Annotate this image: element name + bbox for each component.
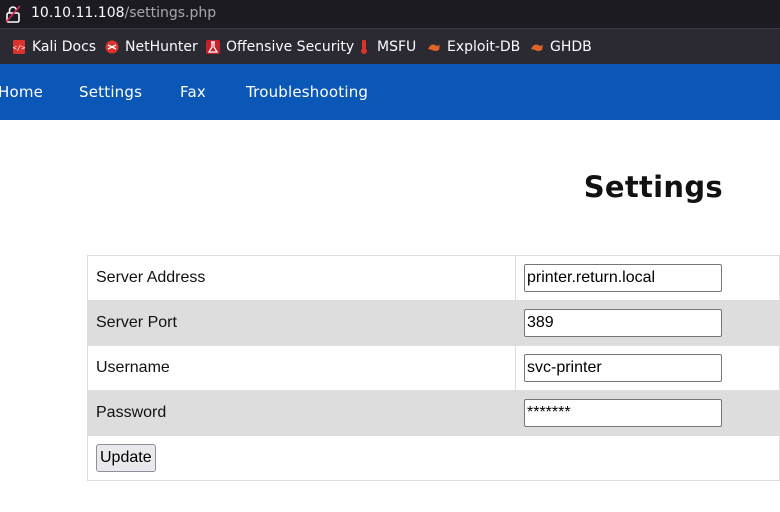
url-path: /settings.php [124,5,217,21]
username-cell [515,345,780,391]
url-text[interactable]: 10.10.11.108/settings.php [31,4,216,22]
bookmark-label: Exploit-DB [447,39,521,55]
nav-troubleshooting[interactable]: Troubleshooting [246,64,368,120]
bookmark-label: Offensive Security [226,39,355,55]
bookmark-msfu[interactable]: MSFU [357,29,416,65]
bookmark-offensive-security[interactable]: Offensive Security [206,29,354,65]
bookmark-nethunter[interactable]: NetHunter [105,29,198,65]
nethunter-icon [105,40,119,54]
form-row-username: Username [87,345,780,391]
server-port-cell [515,300,780,346]
bookmark-label: Kali Docs [32,39,97,55]
page-title: Settings [583,170,723,204]
server-address-cell [515,255,780,301]
server-port-input[interactable] [524,309,722,337]
msfu-icon [357,40,371,54]
password-input[interactable] [524,399,722,427]
nav-home[interactable]: Home [0,64,43,120]
bookmark-label: NetHunter [125,39,198,55]
form-row-submit: Update [87,435,780,481]
form-row-server-address: Server Address [87,255,780,301]
offsec-icon [206,40,220,54]
bookmark-label: MSFU [377,39,417,55]
url-host: 10.10.11.108 [31,5,125,21]
site-nav: Home Settings Fax Troubleshooting [0,64,780,120]
server-address-label: Server Address [87,255,516,301]
kali-docs-icon: </> [12,40,26,54]
server-port-label: Server Port [87,300,516,346]
bookmarks-bar: </> Kali Docs NetHunter Offensive Securi… [0,28,780,64]
server-address-input[interactable] [524,264,722,292]
ghdb-icon [530,40,544,54]
bookmark-ghdb[interactable]: GHDB [530,29,592,65]
form-row-password: Password [87,390,780,436]
bookmark-exploit-db[interactable]: Exploit-DB [427,29,520,65]
nav-fax[interactable]: Fax [180,64,206,120]
username-input[interactable] [524,354,722,382]
lock-icon[interactable] [5,5,21,23]
username-label: Username [87,345,516,391]
password-cell [515,390,780,436]
exploit-db-icon [427,40,441,54]
form-row-server-port: Server Port [87,300,780,346]
password-label: Password [87,390,516,436]
bookmark-kali-docs[interactable]: </> Kali Docs [12,29,96,65]
update-button[interactable]: Update [96,444,156,472]
nav-settings[interactable]: Settings [79,64,142,120]
settings-form: Server Address Server Port Username Pass… [87,255,780,481]
bookmark-label: GHDB [550,39,592,55]
url-bar[interactable]: 10.10.11.108/settings.php [0,0,780,28]
submit-cell: Update [87,435,780,481]
svg-text:</>: </> [13,44,26,52]
